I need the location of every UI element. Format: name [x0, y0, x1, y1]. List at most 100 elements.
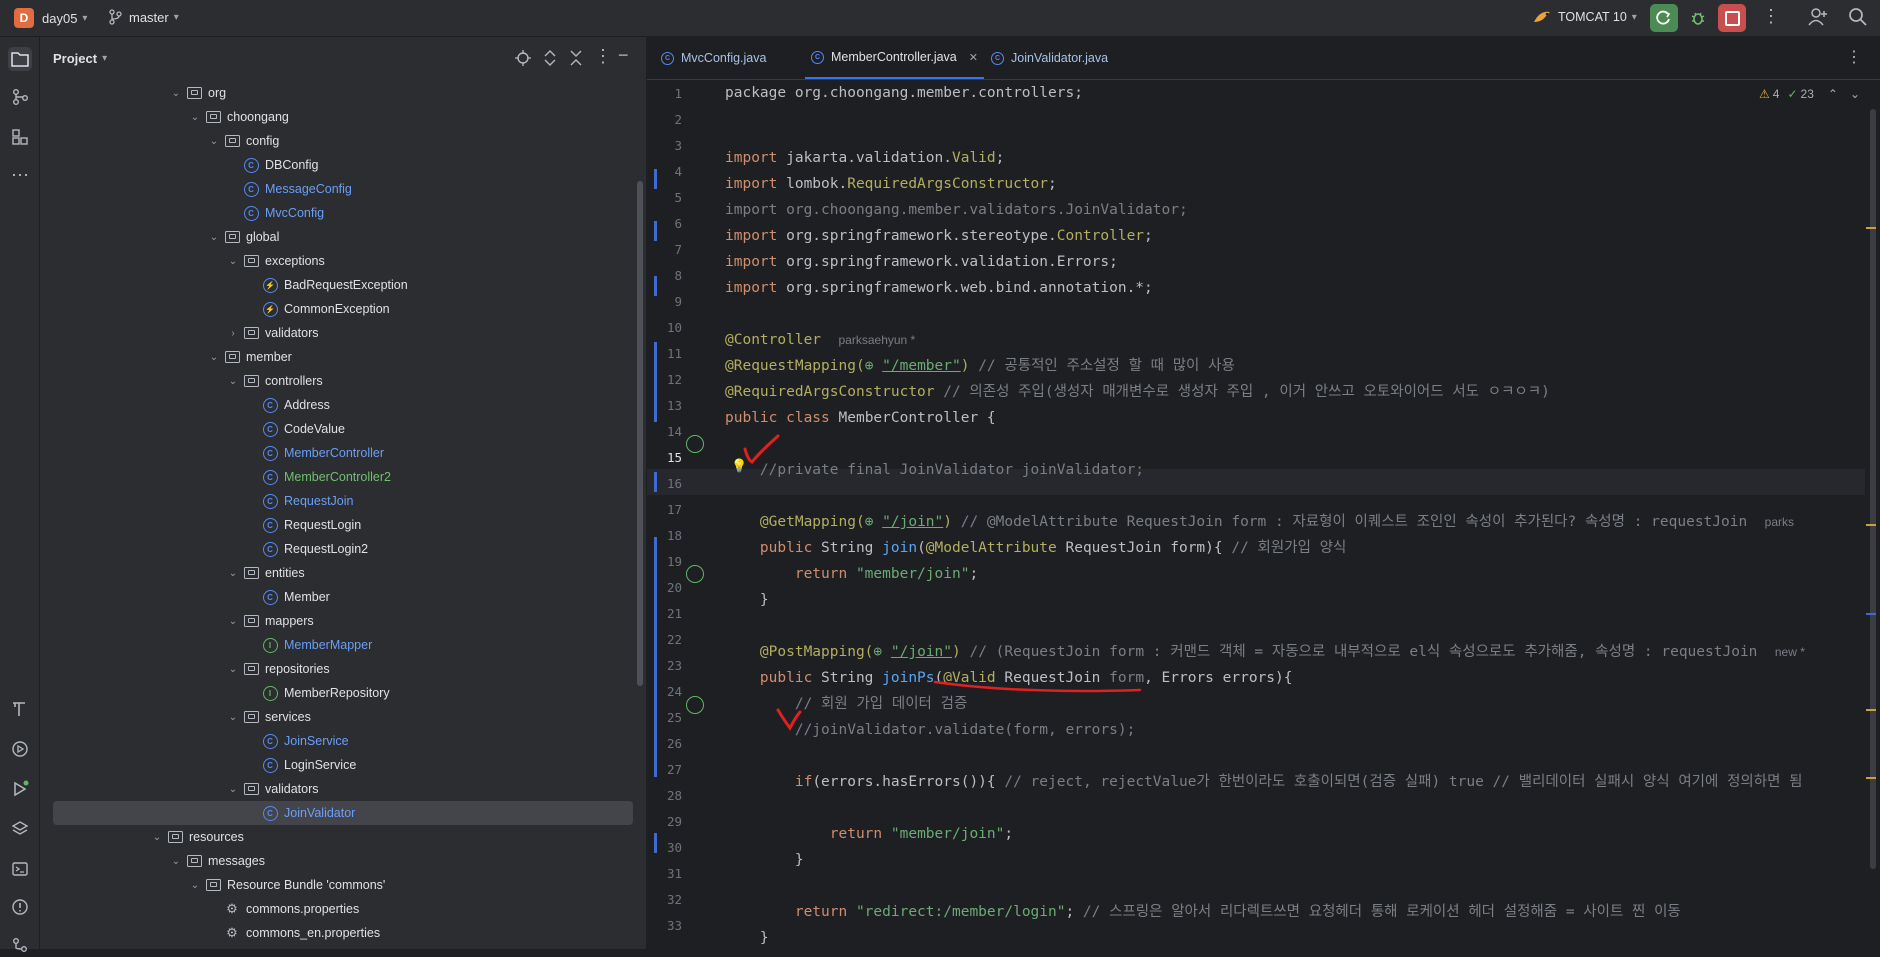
tree-node-resource-bundle-commons[interactable]: ⌄ Resource Bundle 'commons'	[40, 873, 640, 897]
code-line: import lombok.RequiredArgsConstructor;	[725, 176, 1057, 192]
chevron-down-icon[interactable]: ⌄	[227, 568, 239, 579]
chevron-down-icon[interactable]: ⌄	[208, 352, 220, 363]
tree-node-membermapper[interactable]: I MemberMapper	[40, 633, 640, 657]
tab-joinvalidator[interactable]: C JoinValidator.java	[991, 37, 1108, 79]
tree-node-mvcconfig[interactable]: C MvcConfig	[40, 201, 640, 225]
layers-icon[interactable]	[8, 817, 32, 841]
tree-node-joinservice[interactable]: C JoinService	[40, 729, 640, 753]
tree-node-memberrepository[interactable]: I MemberRepository	[40, 681, 640, 705]
tree-node-requestjoin[interactable]: C RequestJoin	[40, 489, 640, 513]
terminal-icon[interactable]	[8, 857, 32, 881]
project-selector[interactable]: D day05 ▾	[14, 8, 87, 28]
endpoint-icon[interactable]	[686, 565, 704, 583]
tree-node-dbconfig[interactable]: C DBConfig	[40, 153, 640, 177]
tree-node-exceptions[interactable]: ⌄ exceptions	[40, 249, 640, 273]
chevron-down-icon[interactable]: ⌄	[208, 136, 220, 147]
tree-node-commonexception[interactable]: ⚡ CommonException	[40, 297, 640, 321]
problems-icon[interactable]	[8, 895, 32, 919]
code-line: }	[759, 930, 769, 946]
collapse-all-icon[interactable]	[568, 49, 584, 70]
tree-node-validators[interactable]: ⌄ validators	[40, 777, 640, 801]
chevron-down-icon[interactable]: ⌄	[189, 880, 201, 891]
chevron-down-icon[interactable]: ⌄	[189, 112, 201, 123]
tree-node-mappers[interactable]: ⌄ mappers	[40, 609, 640, 633]
tree-node-label: MemberRepository	[284, 686, 390, 700]
tree-node-requestlogin2[interactable]: C RequestLogin2	[40, 537, 640, 561]
chevron-down-icon[interactable]: ⌄	[151, 832, 163, 843]
tree-node-config[interactable]: ⌄ config	[40, 129, 640, 153]
chevron-down-icon[interactable]: ⌄	[1850, 87, 1860, 101]
endpoint-icon[interactable]	[686, 696, 704, 714]
tree-node-requestlogin[interactable]: C RequestLogin	[40, 513, 640, 537]
chevron-down-icon[interactable]: ⌄	[227, 712, 239, 723]
expand-all-icon[interactable]	[542, 49, 558, 70]
branch-selector[interactable]: master ▾	[108, 9, 179, 25]
tree-node-services[interactable]: ⌄ services	[40, 705, 640, 729]
tree-node-choongang[interactable]: ⌄ choongang	[40, 105, 640, 129]
chevron-down-icon[interactable]: ⌄	[208, 232, 220, 243]
run-icon[interactable]	[8, 777, 32, 801]
class-icon: C	[262, 517, 278, 533]
chevron-down-icon[interactable]: ⌄	[227, 376, 239, 387]
chevron-down-icon[interactable]: ⌄	[170, 856, 182, 867]
tree-node-resources[interactable]: ⌄ resources	[40, 825, 640, 849]
chevron-up-icon[interactable]: ⌃	[1828, 87, 1838, 101]
tree-node-controllers[interactable]: ⌄ controllers	[40, 369, 640, 393]
line-number: 27	[666, 762, 682, 777]
run-config-selector[interactable]: TOMCAT 10 ▾	[1532, 8, 1637, 26]
tree-node-loginservice[interactable]: C LoginService	[40, 753, 640, 777]
chevron-down-icon[interactable]: ⌄	[170, 88, 182, 99]
tree-node-repositories[interactable]: ⌄ repositories	[40, 657, 640, 681]
tree-node-commons-en-properties[interactable]: ⚙ commons_en.properties	[40, 921, 640, 945]
tree-node-address[interactable]: C Address	[40, 393, 640, 417]
tree-node-membercontroller2[interactable]: C MemberController2	[40, 465, 640, 489]
error-stripe	[1866, 109, 1880, 869]
tree-node-validators[interactable]: › validators	[40, 321, 640, 345]
services-icon[interactable]	[8, 737, 32, 761]
tree-node-messages[interactable]: ⌄ messages	[40, 849, 640, 873]
debug-button[interactable]	[1684, 4, 1712, 32]
tab-options-icon[interactable]: ⋮	[1846, 47, 1862, 67]
tab-mvcconfig[interactable]: C MvcConfig.java	[661, 37, 766, 79]
commit-icon[interactable]	[8, 85, 32, 109]
add-user-icon[interactable]	[1808, 7, 1828, 27]
tree-node-member[interactable]: C Member	[40, 585, 640, 609]
more-tools-icon[interactable]: ⋯	[8, 163, 32, 187]
chevron-down-icon[interactable]: ⌄	[227, 616, 239, 627]
chevron-right-icon[interactable]: ›	[227, 328, 239, 339]
locate-icon[interactable]	[514, 49, 532, 70]
tab-membercontroller[interactable]: C MemberController.java ✕	[805, 37, 984, 79]
chevron-down-icon[interactable]: ⌄	[227, 784, 239, 795]
hide-panel-icon[interactable]: −	[618, 45, 629, 66]
project-view-selector[interactable]: Project ▾	[53, 51, 107, 66]
exception-class-icon: ⚡	[262, 301, 278, 317]
options-icon[interactable]: ⋮	[594, 46, 612, 67]
tree-node-messageconfig[interactable]: C MessageConfig	[40, 177, 640, 201]
bean-icon[interactable]	[686, 435, 704, 453]
tree-node-badrequestexception[interactable]: ⚡ BadRequestException	[40, 273, 640, 297]
chevron-down-icon[interactable]: ⌄	[227, 664, 239, 675]
tree-node-global[interactable]: ⌄ global	[40, 225, 640, 249]
tree-node-joinvalidator[interactable]: C JoinValidator	[53, 801, 633, 825]
tree-node-label: LoginService	[284, 758, 357, 772]
project-scrollbar[interactable]	[637, 181, 643, 686]
line-number: 15	[666, 450, 682, 465]
tree-node-member[interactable]: ⌄ member	[40, 345, 640, 369]
close-tab-icon[interactable]: ✕	[969, 51, 978, 64]
inspection-widget[interactable]: ⚠ 4 ✓ 23 ⌃ ⌄	[1753, 84, 1860, 104]
tree-node-org[interactable]: ⌄ org	[40, 81, 640, 105]
more-actions-icon[interactable]: ⋮	[1762, 6, 1780, 27]
stop-button[interactable]	[1718, 4, 1746, 32]
structure-icon[interactable]	[8, 125, 32, 149]
search-icon[interactable]	[1848, 7, 1868, 27]
rerun-button[interactable]	[1650, 4, 1678, 32]
tree-node-label: repositories	[265, 662, 330, 676]
project-tool-icon[interactable]	[8, 47, 32, 71]
tree-node-commons-properties[interactable]: ⚙ commons.properties	[40, 897, 640, 921]
tree-node-codevalue[interactable]: C CodeValue	[40, 417, 640, 441]
chevron-down-icon[interactable]: ⌄	[227, 256, 239, 267]
tree-node-membercontroller[interactable]: C MemberController	[40, 441, 640, 465]
git-icon[interactable]	[8, 933, 32, 957]
build-icon[interactable]	[8, 697, 32, 721]
tree-node-entities[interactable]: ⌄ entities	[40, 561, 640, 585]
